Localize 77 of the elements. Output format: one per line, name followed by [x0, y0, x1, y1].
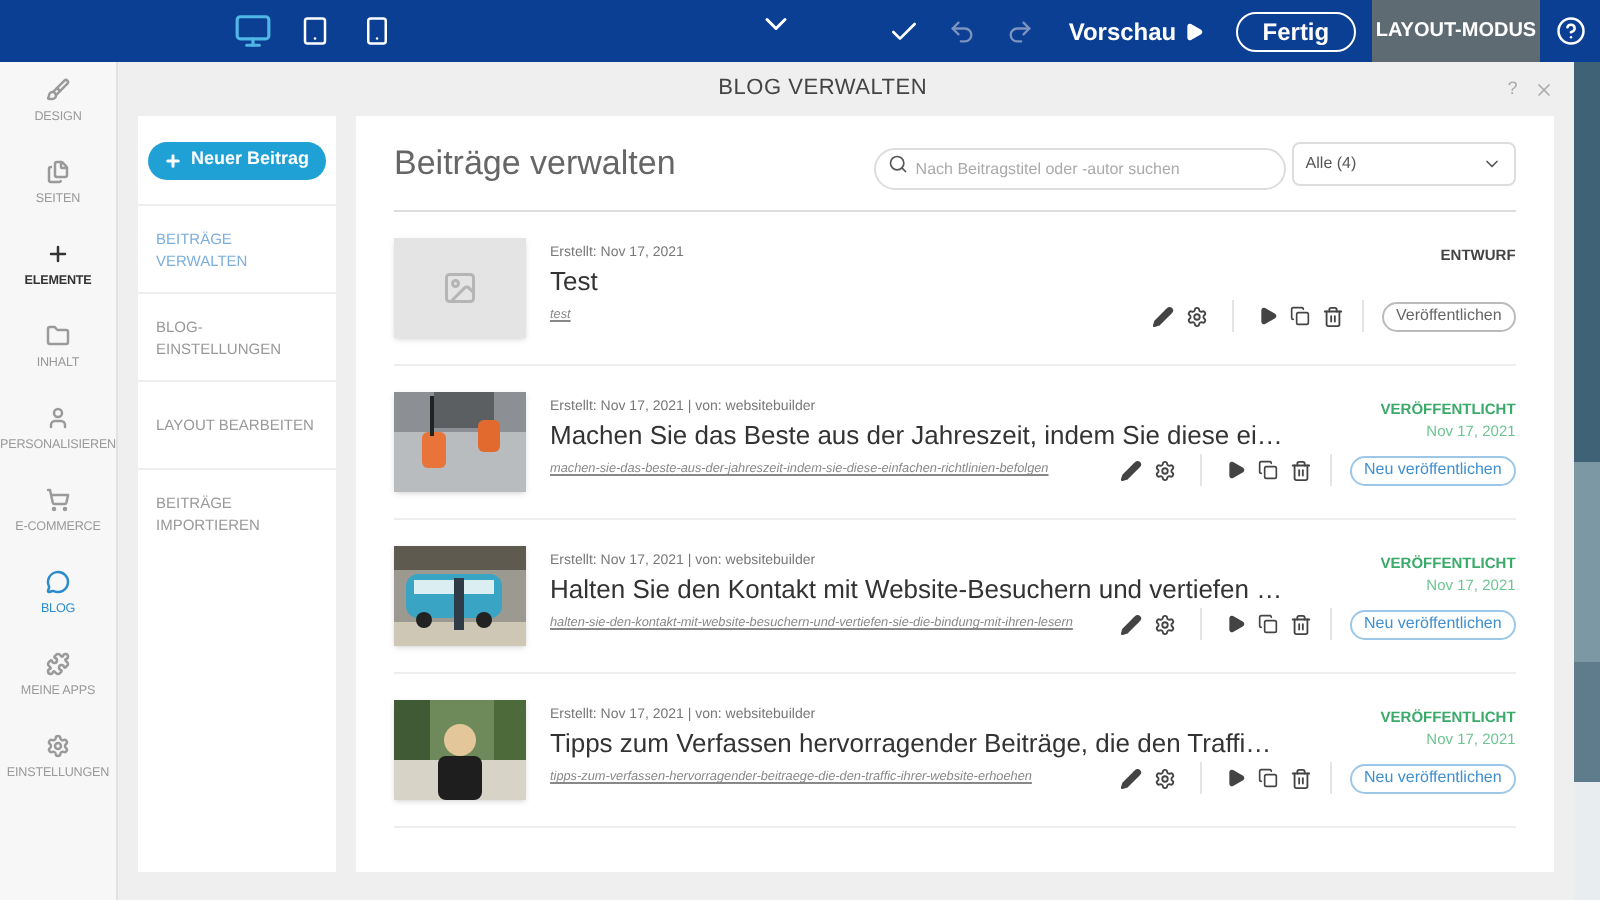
undo-icon — [948, 17, 977, 45]
close-icon — [1533, 79, 1554, 99]
tablet-icon — [299, 16, 330, 46]
page-heading: Beiträge verwalten — [394, 141, 678, 186]
pencil-icon — [1120, 459, 1142, 482]
duplicate-button[interactable] — [1258, 768, 1278, 789]
edit-button[interactable] — [1152, 305, 1175, 328]
copy-icon — [1290, 306, 1311, 327]
pencil-icon — [1152, 305, 1175, 328]
play-icon — [1226, 768, 1246, 789]
delete-button[interactable] — [1290, 459, 1312, 482]
trash-icon — [1290, 459, 1312, 482]
brush-icon — [46, 78, 70, 103]
copy-icon — [1258, 460, 1278, 481]
publish-button[interactable]: Neu veröffentlichen — [1350, 609, 1516, 640]
help-button[interactable]: ? — [1507, 75, 1518, 103]
play-button[interactable] — [1258, 306, 1279, 327]
duplicate-button[interactable] — [1290, 306, 1311, 327]
delete-button[interactable] — [1322, 305, 1345, 328]
publish-button[interactable]: Neu veröffentlichen — [1350, 763, 1516, 794]
post-title[interactable]: Test — [550, 264, 1356, 301]
delete-button[interactable] — [1290, 767, 1312, 790]
layout-mode-button[interactable]: LAYOUT-MODUS — [1371, 0, 1541, 62]
filter-dropdown[interactable]: Alle (4) — [1291, 141, 1516, 185]
publish-button[interactable]: Neu veröffentlichen — [1350, 455, 1516, 486]
search-field[interactable]: Nach Beitragstitel oder -autor suchen — [873, 148, 1286, 190]
edit-button[interactable] — [1120, 459, 1142, 482]
cart-icon — [46, 488, 70, 513]
settings-button[interactable] — [1154, 767, 1176, 790]
play-button[interactable] — [1226, 768, 1246, 789]
settings-button[interactable] — [1186, 305, 1209, 328]
copy-icon — [1258, 614, 1278, 635]
settings-icon — [46, 734, 70, 759]
settings-icon — [1186, 305, 1209, 328]
play-icon — [1184, 21, 1205, 41]
settings-button[interactable] — [1154, 613, 1176, 636]
trash-icon — [1290, 767, 1312, 790]
duplicate-button[interactable] — [1258, 614, 1278, 635]
pencil-icon — [1120, 767, 1142, 790]
person-icon — [46, 406, 70, 431]
trash-icon — [1322, 305, 1345, 328]
puzzle-icon — [46, 652, 70, 677]
post-title[interactable]: Halten Sie den Kontakt mit Website-Besuchern und vertiefen … — [550, 572, 1356, 609]
folder-icon — [46, 324, 70, 349]
image-icon — [442, 270, 478, 306]
trash-icon — [1290, 613, 1312, 636]
post-title[interactable]: Machen Sie das Beste aus der Jahreszeit, indem Sie diese ei… — [550, 418, 1356, 455]
plus-icon — [164, 151, 183, 169]
pages-icon — [46, 160, 70, 185]
publish-button[interactable]: Veröffentlichen — [1382, 301, 1516, 332]
help-icon — [1555, 16, 1586, 46]
post-title[interactable]: Tipps zum Verfassen hervorragender Beiträge, die den Traffi… — [550, 726, 1356, 763]
play-icon — [1258, 306, 1279, 327]
settings-icon — [1154, 767, 1176, 790]
smartphone-icon — [361, 16, 392, 46]
play-icon — [1226, 614, 1246, 635]
delete-button[interactable] — [1290, 613, 1312, 636]
pencil-icon — [1120, 613, 1142, 636]
edit-button[interactable] — [1120, 767, 1142, 790]
play-button[interactable] — [1226, 460, 1246, 481]
settings-icon — [1154, 459, 1176, 482]
play-icon — [1226, 460, 1246, 481]
monitor-icon — [234, 12, 273, 50]
dialog-title: BLOG VERWALTEN — [716, 74, 930, 105]
settings-button[interactable] — [1154, 459, 1176, 482]
duplicate-button[interactable] — [1258, 460, 1278, 481]
new-post-button[interactable]: Neuer Beitrag — [148, 141, 326, 179]
settings-icon — [1154, 613, 1176, 636]
plus-icon — [46, 242, 70, 267]
play-button[interactable] — [1226, 614, 1246, 635]
preview-button[interactable]: Vorschau — [1068, 0, 1205, 62]
search-icon — [887, 153, 908, 173]
done-button[interactable]: Fertig — [1236, 11, 1356, 51]
edit-button[interactable] — [1120, 613, 1142, 636]
copy-icon — [1258, 768, 1278, 789]
redo-icon — [1005, 17, 1034, 45]
chat-bubble-icon — [46, 570, 70, 595]
